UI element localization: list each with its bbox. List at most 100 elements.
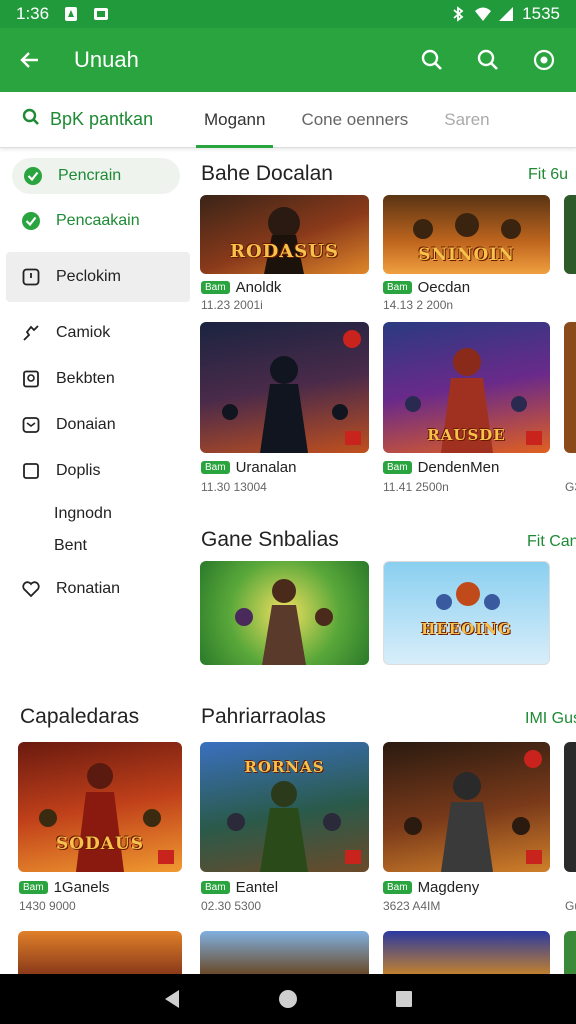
sidebar-item-bekbten[interactable]: Bekbten [0,356,190,402]
game-card-image[interactable] [200,561,369,665]
game-name[interactable]: Bam DendenMen [383,459,499,476]
game-art-title: SNINOIN [418,245,515,265]
sidebar-item-label: Pencaakain [56,212,140,229]
game-card-image-partial[interactable] [564,742,576,872]
see-more-link[interactable]: IMI Gus [525,710,576,728]
badge-icon [20,368,42,390]
game-badge: Bam [201,881,230,894]
bluetooth-icon [450,6,466,22]
game-badge: Bam [383,461,412,474]
game-stats: 3623 A4IM [383,899,441,913]
game-stats-partial: Gu [565,899,576,913]
game-art-title: RODASUS [230,241,339,262]
sidebar-item-donaian[interactable]: Donaian [0,402,190,448]
hot-badge-icon [524,750,542,768]
rating-icon [345,431,361,445]
sidebar-item-label: Ronatian [56,580,121,597]
sidebar-item-pencaakain[interactable]: Pencaakain [0,198,190,244]
game-art-title: RAUSDE [427,426,506,444]
game-stats: 02.30 5300 [201,899,262,913]
game-badge: Bam [19,881,48,894]
game-title: Eantel [235,879,279,896]
game-card-image[interactable]: SNINOIN [383,195,550,274]
rating-icon [158,850,174,864]
sidebar-item-label: Bekbten [56,370,115,387]
sidebar-item-doplis[interactable]: Doplis [0,448,190,494]
game-title: DendenMen [417,459,500,476]
game-title: Oecdan [417,279,471,296]
settings-icon[interactable] [528,44,560,76]
status-time: 1:36 [16,4,50,23]
tab-mogann[interactable]: Mogann [186,92,283,148]
sidebar-item-label: Camiok [56,324,111,341]
tab-saren[interactable]: Saren [426,92,507,148]
notification-icon [63,6,79,22]
image-icon [93,6,109,22]
info-square-icon [20,266,42,288]
section-title: Pahriarraolas [201,705,326,728]
game-title: Uranalan [235,459,297,476]
game-card-image[interactable]: RAUSDE [383,322,550,453]
game-card-image[interactable] [18,931,182,974]
game-card-image-partial[interactable] [564,322,576,453]
game-card-image-partial[interactable] [564,931,576,974]
search-icon-2[interactable] [472,44,504,76]
game-badge: Bam [201,281,230,294]
sidebar: Pencrain Pencaakain Peclokim Camiok Bekb… [0,148,190,688]
game-name[interactable]: Bam Uranalan [201,459,296,476]
rating-icon [526,431,542,445]
puzzle-icon [20,322,42,344]
game-card-image[interactable] [200,322,369,453]
check-circle-icon [22,165,44,187]
sidebar-item-label: Doplis [56,462,101,479]
game-stats: 14.13 2 200n [383,298,454,312]
inbox-icon [20,414,42,436]
sidebar-item-ingnodn[interactable]: Ingnodn [0,498,190,530]
tab-bar: BpK pantkan Mogann Cone oenners Saren [0,92,576,148]
game-title: 1Ganels [53,879,110,896]
sidebar-item-label: Pencrain [58,167,122,184]
sidebar-item-label: Peclokim [56,268,121,285]
game-stats-partial: G3 [565,480,576,494]
search-icon[interactable] [416,44,448,76]
check-circle-icon [20,210,42,232]
game-card-image[interactable]: HEEOING [383,561,550,665]
back-arrow-icon[interactable] [0,28,60,92]
see-more-link[interactable]: Fit 6u [528,166,568,184]
section-title: Gane Snbalias [201,528,339,551]
sidebar-item-peclokim[interactable]: Peclokim [6,252,190,302]
game-card-image[interactable]: RODASUS [200,195,369,274]
game-name[interactable]: Bam 1Ganels [19,879,109,896]
section-title: Bahe Docalan [201,162,333,185]
recents-nav-icon[interactable] [394,989,414,1009]
game-name[interactable]: Bam Anoldk [201,279,281,296]
game-art-title: RORNAS [244,758,325,776]
tab-cone-oenners[interactable]: Cone oenners [283,92,426,148]
see-more-link[interactable]: Fit Can [527,533,576,551]
home-nav-icon[interactable] [278,989,298,1009]
game-card-image[interactable] [383,742,550,872]
app-bar: Unuah [0,28,576,92]
game-card-image[interactable] [383,931,550,974]
game-badge: Bam [201,461,230,474]
back-nav-icon[interactable] [162,989,182,1009]
sidebar-item-bent[interactable]: Bent [0,530,190,562]
game-stats: 1430 9000 [19,899,76,913]
game-card-image[interactable]: RORNAS [200,742,369,872]
hot-badge-icon [343,330,361,348]
system-nav-bar [0,974,576,1024]
sidebar-item-camiok[interactable]: Camiok [0,310,190,356]
sidebar-item-ronatian[interactable]: Ronatian [0,566,190,612]
square-icon [20,460,42,482]
game-card-image-partial[interactable] [564,195,576,274]
tab-search[interactable]: BpK pantkan [0,92,186,148]
game-name[interactable]: Bam Eantel [201,879,278,896]
game-badge: Bam [383,281,412,294]
game-name[interactable]: Bam Magdeny [383,879,479,896]
game-card-image[interactable] [200,931,369,974]
game-card-image[interactable]: SODAUS [18,742,182,872]
sidebar-item-pencrain[interactable]: Pencrain [12,158,180,194]
tab-label: BpK pantkan [50,109,154,129]
game-title: Anoldk [235,279,282,296]
game-name[interactable]: Bam Oecdan [383,279,470,296]
